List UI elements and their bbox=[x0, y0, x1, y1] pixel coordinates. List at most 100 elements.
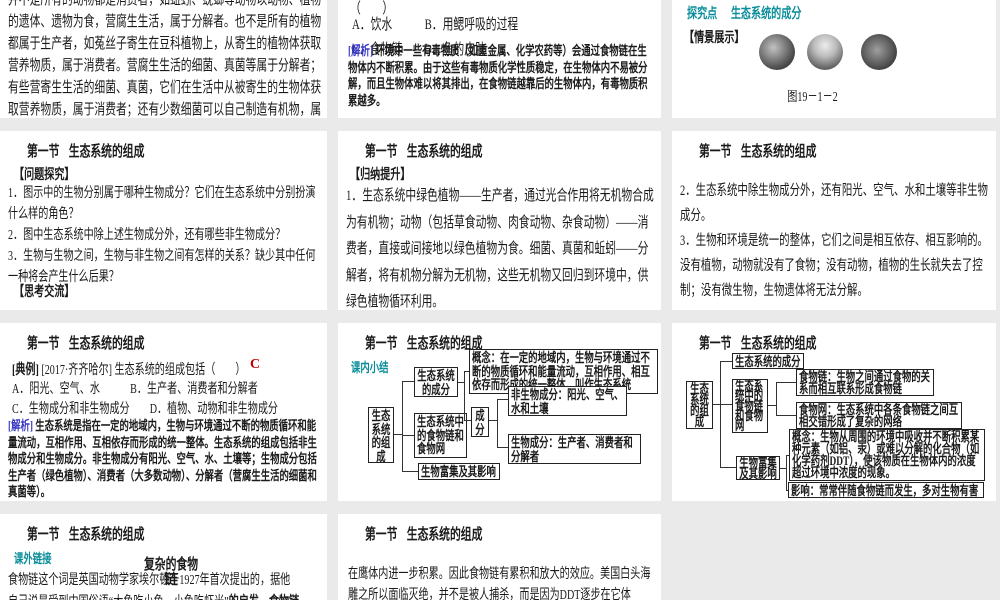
slide6-body: 2．生态系统中除生物成分外，还有阳光、空气、水和土壤等非生物成分。 3．生物和环… bbox=[680, 179, 992, 304]
paragraph-line-2: 自己说是受到中国俗语“大鱼吃小鱼、小鱼吃虾米”的启发。食物链 bbox=[8, 592, 323, 600]
slide-thumb-6[interactable]: 第一节 生态系统的组成 2．生态系统中除生物成分外，还有阳光、空气、水和土壤等非生… bbox=[672, 131, 996, 310]
connector-line bbox=[720, 361, 721, 468]
example-blank: （ ） bbox=[205, 363, 246, 378]
connector-line bbox=[713, 404, 720, 405]
example-answer-letter: C bbox=[250, 357, 261, 372]
slide-thumb-11[interactable]: 第一节 生态系统的组成 在鹰体内进一步积累。因此食物链有累积和放大的效应。美国白头… bbox=[338, 514, 661, 600]
paragraph-line-1: 食物链这个词是英国动物学家埃尔顿于1927年首次提出的，据他 bbox=[8, 573, 291, 588]
slide2-option-line-1: A．饮水 B．用鳃呼吸的过程 bbox=[352, 17, 519, 33]
section-number: 第一节 bbox=[699, 335, 732, 352]
slide10-paragraph: 食物链这个词是英国动物学家埃尔顿于1927年首次提出的，据他 自己说是受到中国俗… bbox=[8, 570, 323, 600]
example-stem: 生态系统的组成包括 bbox=[114, 363, 206, 378]
slide-sorter-grid: 并不是所有的动物都是消费者，如蚯蚓、蜣螂等动物以动物、植物的遗体、遗物为食，营腐… bbox=[0, 0, 1000, 600]
slide7-option-line-2: C．生物成分和非生物成分 D．植物、动物和非生物成分 bbox=[12, 402, 279, 417]
connector-line bbox=[720, 467, 736, 468]
example-label: [典例] bbox=[12, 363, 39, 378]
slide-thumb-3[interactable]: 探究点 生态系统的成分 【情景展示】 图19－1－2 bbox=[672, 0, 996, 118]
connector-line bbox=[768, 405, 776, 406]
slide2-analysis-text: 环境中一些有毒物质（如重金属、化学农药等）会通过食物链在生物体内不断积累。由于这… bbox=[348, 43, 648, 108]
explore-point-label: 探究点 bbox=[687, 5, 718, 21]
slide4-footer: 【思考交流】 bbox=[14, 283, 75, 299]
connector-line bbox=[786, 455, 787, 491]
slide1-body-text: 并不是所有的动物都是消费者，如蚯蚓、蜣螂等动物以动物、植物的遗体、遗物为食，营腐… bbox=[8, 0, 322, 118]
connector-line bbox=[464, 371, 465, 421]
slide-section-header: 第一节 生态系统的组成 bbox=[365, 523, 482, 544]
connector-line bbox=[464, 371, 469, 372]
question-2: 2．图中生态系统中除上述生物成分外，还有哪些非生物成分？ bbox=[8, 228, 286, 243]
analysis-label: [解析] bbox=[348, 43, 373, 58]
connector-line bbox=[497, 447, 508, 448]
connector-line bbox=[394, 434, 402, 435]
connector-line bbox=[786, 490, 788, 491]
section-number: 第一节 bbox=[365, 143, 398, 160]
slide-section-header: 第一节 生态系统的组成 bbox=[365, 140, 482, 161]
mindmap-enrich-concept-node: 概念：生物从周围的环境中吸收并不断积累某种元素（如铝、汞）或难以分解的化合物（如… bbox=[789, 429, 985, 481]
connector-line bbox=[489, 420, 497, 421]
connector-line bbox=[776, 382, 777, 416]
mindmap-nonbio-node: 非生物成分：阳光、空气、水和土壤 bbox=[508, 386, 627, 416]
section-title: 生态系统的组成 bbox=[406, 526, 483, 543]
analysis-label: [解析] bbox=[8, 418, 33, 433]
mindmap-chainweb-node: 生态系统中的食物链和食物网 bbox=[732, 379, 768, 433]
paragraph-line-2-normal: 自己说是受到中国俗语“大鱼吃小鱼、小鱼吃虾米” bbox=[8, 595, 229, 600]
slide3-explore-heading: 探究点 生态系统的成分 bbox=[687, 3, 801, 23]
slide-thumb-4[interactable]: 第一节 生态系统的组成 【问题探究】 1．图示中的生物分别属于哪种生物成分？它们在… bbox=[0, 131, 327, 310]
slide5-kicker: 【归纳提升】 bbox=[350, 166, 411, 182]
connector-line bbox=[786, 455, 789, 456]
section-number: 第一节 bbox=[699, 143, 732, 160]
question-1: 1．图示中的生物分别属于哪种生物成分？它们在生态系统中分别扮演什么样的角色？ bbox=[8, 186, 316, 222]
mindmap-components-node: 生态系统的成分 bbox=[732, 353, 804, 369]
slide3-scene-label: 【情景展示】 bbox=[684, 29, 745, 45]
mindmap-root-node: 生态系统的组成 bbox=[368, 407, 394, 463]
mindmap-foodweb-def-node: 食物网：生态系统中各条食物链之间互相交错形成了复杂的网络 bbox=[796, 402, 962, 429]
section-title: 生态系统的组成 bbox=[740, 143, 817, 160]
slide-section-header: 第一节 生态系统的组成 bbox=[365, 332, 482, 353]
connector-line bbox=[464, 420, 471, 421]
slide11-body-text: 在鹰体内进一步积累。因此食物链有累积和放大的效应。美国白头海雕之所以面临灭绝，并… bbox=[348, 567, 651, 600]
grassland-animals-photo bbox=[807, 34, 843, 70]
example-source: [2017·齐齐哈尔] bbox=[41, 363, 112, 378]
slide-thumb-7[interactable]: 第一节 生态系统的组成 [典例] [2017·齐齐哈尔] 生态系统的组成包括（ ）… bbox=[0, 323, 327, 501]
slide-section-header: 第一节 生态系统的组成 bbox=[27, 523, 144, 544]
section-number: 第一节 bbox=[365, 526, 398, 543]
slide4-kicker: 【问题探究】 bbox=[14, 166, 75, 182]
section-title: 生态系统的组成 bbox=[406, 143, 483, 160]
connector-line bbox=[720, 404, 732, 405]
pond-scene-photo bbox=[861, 34, 897, 70]
slide-thumb-1[interactable]: 并不是所有的动物都是消费者，如蚯蚓、蜣螂等动物以动物、植物的遗体、遗物为食，营腐… bbox=[0, 0, 327, 118]
slide5-body-text: 1．生态系统中绿色植物——生产者，通过光合作用将无机物合成为有机物；动物（包括草… bbox=[346, 188, 654, 310]
slide-section-header: 第一节 生态系统的组成 bbox=[699, 140, 816, 161]
connector-line bbox=[497, 399, 508, 400]
point-2: 2．生态系统中除生物成分外，还有阳光、空气、水和土壤等非生物成分。 bbox=[680, 183, 988, 224]
section-number: 第一节 bbox=[27, 143, 60, 160]
figure-caption: 图19－1－2 bbox=[787, 90, 838, 105]
slide-thumb-5[interactable]: 第一节 生态系统的组成 【归纳提升】 1．生态系统中绿色植物——生产者，通过光合作… bbox=[338, 131, 661, 310]
connector-line bbox=[402, 381, 414, 382]
connector-line bbox=[402, 471, 418, 472]
section-title: 生态系统的组成 bbox=[740, 335, 817, 352]
section-number: 第一节 bbox=[365, 335, 398, 352]
slide-thumb-2[interactable]: （ ） A．饮水 B．用鳃呼吸的过程 C．食物链 D．鱼的皮肤 [解析] 环境中… bbox=[338, 0, 661, 118]
connector-line bbox=[776, 382, 796, 383]
slide8-kicker: 课内小结 bbox=[351, 360, 389, 375]
mindmap-foodchain-def-node: 食物链：生物之间通过食物的关系而相互联系形成食物链 bbox=[796, 369, 934, 396]
mindmap-bio-node: 生物成分：生产者、消费者和分解者 bbox=[508, 434, 641, 464]
mindmap-enrichment-node: 生物富集及其影响 bbox=[418, 463, 500, 480]
slide7-option-line-1: A．阳光、空气、水 B．生产者、消费者和分解者 bbox=[12, 382, 258, 397]
slide2-analysis: [解析] 环境中一些有毒物质（如重金属、化学农药等）会通过食物链在生物体内不断积… bbox=[348, 43, 653, 109]
mindmap-root-node: 生态系统的组成 bbox=[686, 381, 713, 429]
mindmap-components-node: 生态系统的成分 bbox=[414, 367, 458, 397]
slide-thumb-9[interactable]: 第一节 生态系统的组成 生态系统的组成 生态系统的成分 生态系统中的食物链和食物网… bbox=[672, 323, 996, 501]
paragraph-line-2-bold: 的启发。食物链 bbox=[229, 595, 300, 600]
slide7-options: A．阳光、空气、水 B．生产者、消费者和分解者 C．生物成分和非生物成分 D．植… bbox=[12, 380, 312, 420]
forest-scene-photo bbox=[759, 34, 795, 70]
slide7-example-line: [典例] [2017·齐齐哈尔] 生态系统的组成包括（ ） bbox=[12, 359, 246, 379]
section-title: 生态系统的组成 bbox=[68, 526, 145, 543]
slide7-analysis: [解析] 生态系统是指在一定的地域内，生物与环境通过不断的物质循环和能量流动，互… bbox=[8, 418, 320, 501]
section-number: 第一节 bbox=[27, 335, 60, 352]
slide-thumb-8[interactable]: 第一节 生态系统的组成 课内小结 生态系统的组成 生态系统的成分 概念：在一定的地… bbox=[338, 323, 661, 501]
slide10-kicker: 课外链接 bbox=[14, 551, 52, 566]
mindmap-impact-node: 影响：常常伴随食物链而发生，多对生物有害 bbox=[788, 482, 984, 498]
slide-thumb-10[interactable]: 第一节 生态系统的组成 课外链接 复杂的食物 链 食物链这个词是英国动物学家埃尔顿… bbox=[0, 514, 327, 600]
point-3: 3．生物和环境是统一的整体，它们之间是相互依存、相互影响的。没有植物，动物就没有… bbox=[680, 233, 988, 299]
